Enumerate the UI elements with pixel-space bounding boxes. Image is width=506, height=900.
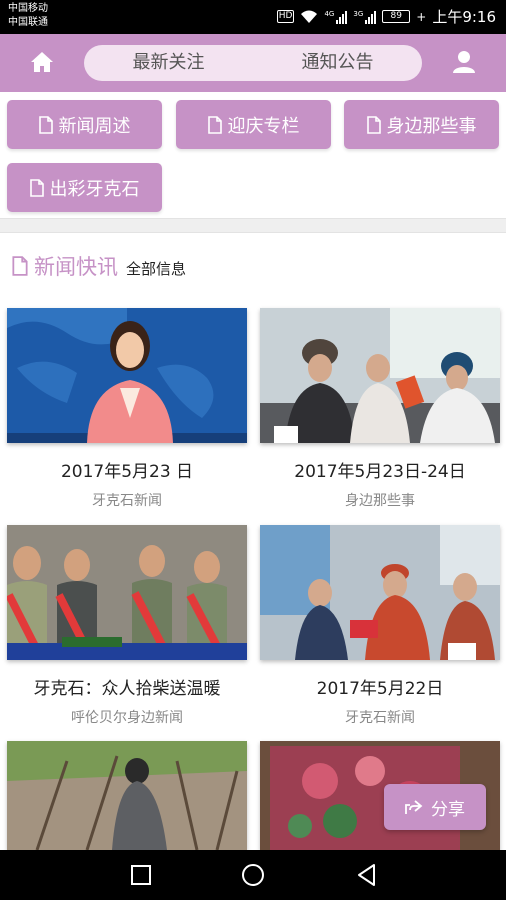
- news-thumbnail: [7, 741, 247, 850]
- category-label: 身边那些事: [386, 115, 477, 137]
- signal-3g-icon: 3G: [353, 9, 377, 24]
- all-info-link[interactable]: 全部信息: [126, 258, 186, 279]
- tab-switcher: 最新关注 通知公告: [84, 45, 422, 81]
- news-source: 身边那些事: [345, 493, 415, 509]
- net-3g-label: 3G: [353, 9, 364, 18]
- category-label: 迎庆专栏: [227, 115, 300, 137]
- battery-icon: 89: [382, 10, 411, 23]
- news-source: 呼伦贝尔身边新闻: [71, 710, 183, 726]
- news-thumbnail: [7, 308, 247, 443]
- news-title: 2017年5月23日-24日: [294, 462, 466, 482]
- app-header: 最新关注 通知公告: [0, 34, 506, 92]
- document-icon: [29, 178, 44, 197]
- news-title: 2017年5月23 日: [60, 462, 194, 482]
- signal-4g-icon: 4G: [324, 9, 348, 24]
- category-local-stories-button[interactable]: 身边那些事: [344, 100, 499, 149]
- home-icon: [31, 52, 53, 72]
- category-celebration-button[interactable]: 迎庆专栏: [176, 100, 331, 149]
- news-card[interactable]: [7, 741, 247, 850]
- tab-notices[interactable]: 通知公告: [253, 45, 422, 81]
- home-button[interactable]: [28, 48, 56, 76]
- news-thumbnail: [260, 308, 500, 443]
- news-card[interactable]: 2017年5月22日 牙克石新闻: [260, 525, 500, 727]
- news-card[interactable]: 2017年5月23日-24日 身边那些事: [260, 308, 500, 510]
- share-icon: [405, 800, 423, 814]
- hd-icon: HD: [276, 10, 295, 23]
- recent-apps-button[interactable]: [126, 860, 156, 890]
- navigation-bar: [0, 850, 506, 900]
- carrier-2: 中国联通: [8, 17, 48, 28]
- news-title: 牙克石：众人拾柴送温暖: [33, 679, 221, 699]
- user-icon: [453, 51, 475, 73]
- category-label: 新闻周述: [58, 115, 131, 137]
- document-icon: [207, 115, 222, 134]
- carrier-1: 中国移动: [8, 3, 48, 14]
- share-button[interactable]: 分享: [384, 784, 486, 830]
- charging-icon: +: [416, 9, 427, 24]
- carrier-info: 中国移动 中国联通: [8, 2, 48, 30]
- document-icon: [38, 115, 53, 134]
- category-label: 出彩牙克石: [49, 178, 140, 200]
- section-divider: [0, 218, 506, 233]
- news-thumbnail: [7, 525, 247, 660]
- section-header: 新闻快讯 全部信息: [12, 250, 186, 282]
- news-source: 牙克石新闻: [92, 493, 162, 509]
- share-label: 分享: [431, 799, 465, 820]
- category-news-weekly-button[interactable]: 新闻周述: [7, 100, 162, 149]
- net-4g-label: 4G: [324, 9, 335, 18]
- section-title: 新闻快讯: [34, 255, 118, 279]
- status-bar: 中国移动 中国联通 HD 4G 3G 89 + 上午9:16: [0, 0, 506, 34]
- news-card[interactable]: 牙克石：众人拾柴送温暖 呼伦贝尔身边新闻: [7, 525, 247, 727]
- news-card[interactable]: 2017年5月23 日 牙克石新闻: [7, 308, 247, 510]
- category-yakeshi-button[interactable]: 出彩牙克石: [7, 163, 162, 212]
- category-grid: 新闻周述 迎庆专栏 身边那些事 出彩牙克石: [0, 100, 506, 218]
- clock: 上午9:16: [432, 8, 496, 26]
- news-source: 牙克石新闻: [345, 710, 415, 726]
- back-button[interactable]: [352, 860, 382, 890]
- document-icon: [366, 115, 381, 134]
- user-button[interactable]: [450, 48, 478, 76]
- news-title: 2017年5月22日: [316, 679, 444, 699]
- document-icon: [12, 256, 28, 276]
- home-nav-button[interactable]: [238, 860, 268, 890]
- tab-latest[interactable]: 最新关注: [84, 45, 253, 81]
- wifi-icon: [300, 10, 318, 24]
- status-indicators: HD 4G 3G 89 + 上午9:16: [276, 6, 496, 27]
- news-thumbnail: [260, 525, 500, 660]
